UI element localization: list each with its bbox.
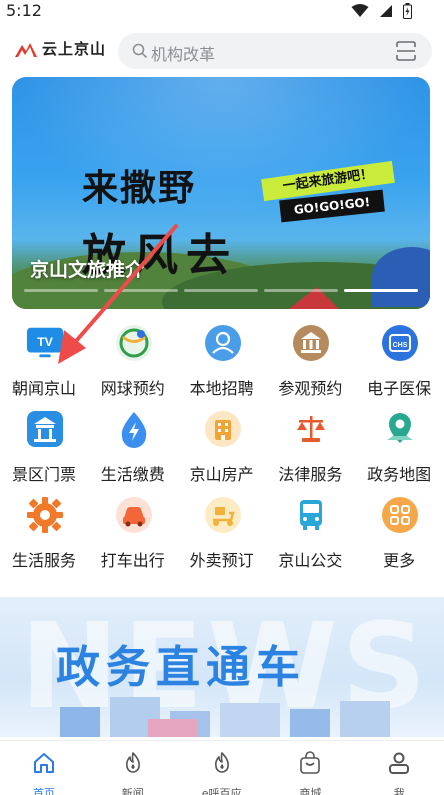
- flame-icon: [121, 751, 145, 775]
- home-icon: [32, 751, 56, 775]
- news-banner[interactable]: NEWS 政务直通车: [0, 597, 444, 737]
- tab-label: 商城: [299, 787, 322, 795]
- news-buildings-illustration: [60, 697, 390, 737]
- tab-label: 我: [393, 787, 405, 795]
- tab-item[interactable]: 商城: [266, 747, 354, 795]
- tab-label: 新闻: [121, 787, 144, 795]
- tab-label: 首页: [33, 787, 55, 795]
- flame-icon: [210, 751, 234, 775]
- tab-label: e呼百应: [201, 787, 242, 795]
- news-title: 政务直通车: [56, 642, 306, 693]
- user-icon: [387, 751, 411, 775]
- tab-item[interactable]: e呼百应: [178, 747, 266, 795]
- tab-item[interactable]: 首页: [0, 747, 88, 795]
- tab-item[interactable]: 新闻: [89, 747, 177, 795]
- bottom-tab-bar: 首页 新闻 e呼百应 商城 我: [0, 740, 444, 795]
- shopping-bag-icon: [298, 751, 322, 775]
- tab-item[interactable]: 我: [355, 747, 443, 795]
